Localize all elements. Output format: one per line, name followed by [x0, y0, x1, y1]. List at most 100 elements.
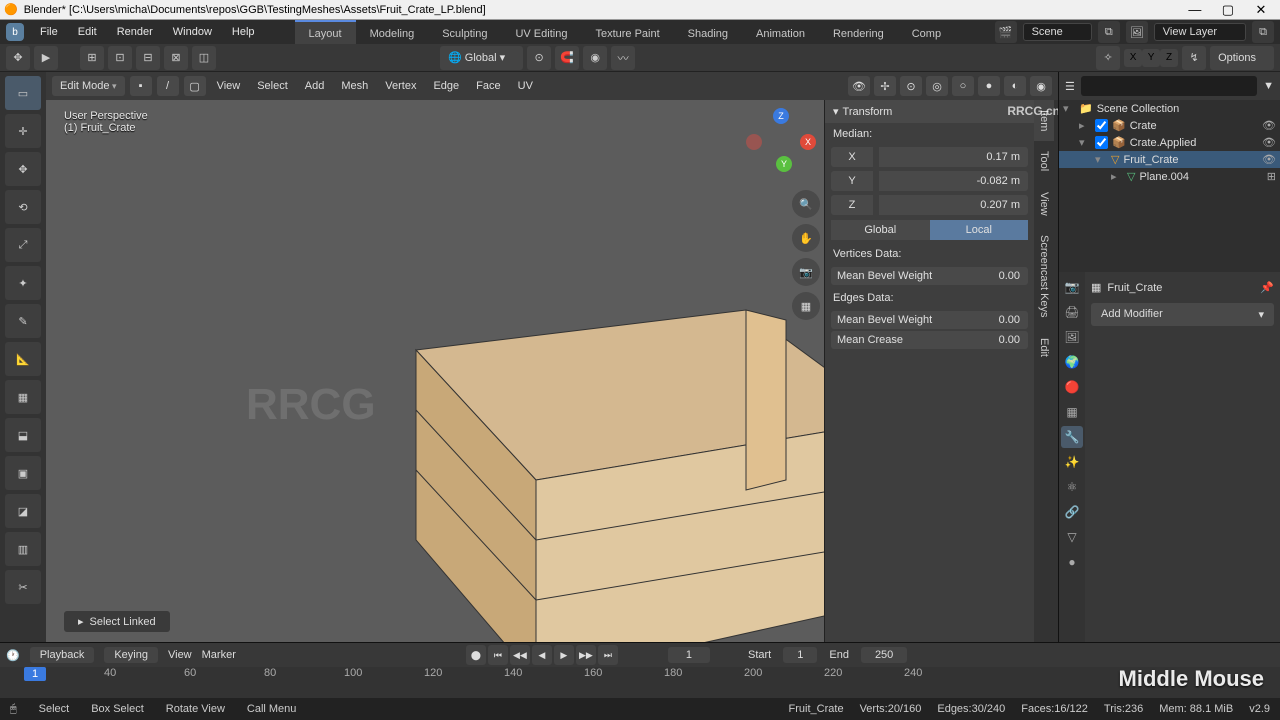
- options-dropdown[interactable]: Options: [1210, 46, 1274, 70]
- viewlayer-browse-icon[interactable]: 🖼: [1126, 21, 1148, 43]
- cursor-tool-icon[interactable]: ✥: [6, 46, 30, 70]
- shading-matprev-icon[interactable]: ◐: [1004, 76, 1026, 96]
- select-tool-icon[interactable]: ▶: [34, 46, 58, 70]
- blender-logo-icon[interactable]: b: [6, 23, 24, 41]
- tab-modeling[interactable]: Modeling: [356, 20, 429, 44]
- menu-window[interactable]: Window: [163, 20, 222, 44]
- prop-tab-material[interactable]: ●: [1061, 551, 1083, 573]
- outliner-plane[interactable]: Plane.004: [1139, 171, 1189, 183]
- snap-2-icon[interactable]: ⊡: [108, 46, 132, 70]
- playback-dropdown[interactable]: Playback: [30, 647, 95, 663]
- prop-tab-viewlayer[interactable]: 🖼: [1061, 326, 1083, 348]
- vp-menu-vertex[interactable]: Vertex: [379, 80, 422, 92]
- median-z[interactable]: 0.207 m: [879, 195, 1028, 215]
- camera-icon[interactable]: 📷: [792, 258, 820, 286]
- npanel-tab-edit[interactable]: Edit: [1034, 328, 1054, 367]
- npanel-transform-header[interactable]: ▾ Transform: [825, 100, 1034, 123]
- menu-file[interactable]: File: [30, 20, 68, 44]
- vp-menu-view[interactable]: View: [211, 80, 247, 92]
- outliner-filter-icon[interactable]: ▼: [1263, 80, 1274, 92]
- start-frame[interactable]: 1: [783, 647, 817, 663]
- tab-sculpting[interactable]: Sculpting: [428, 20, 501, 44]
- tab-texturepaint[interactable]: Texture Paint: [581, 20, 673, 44]
- vertex-select-icon[interactable]: ▪: [130, 76, 152, 96]
- tool-loopcut[interactable]: ▥: [5, 532, 41, 566]
- tool-extrude[interactable]: ⬓: [5, 418, 41, 452]
- vp-menu-edge[interactable]: Edge: [427, 80, 465, 92]
- mode-dropdown[interactable]: Edit Mode: [52, 76, 125, 96]
- scene-name-field[interactable]: Scene: [1023, 23, 1092, 41]
- shading-wire-icon[interactable]: ○: [952, 76, 974, 96]
- outliner-search[interactable]: [1081, 76, 1257, 96]
- tool-select-box[interactable]: ▭: [5, 76, 41, 110]
- viewlayer-field[interactable]: View Layer: [1154, 23, 1246, 41]
- xray-icon[interactable]: ◎: [926, 76, 948, 96]
- median-x[interactable]: 0.17 m: [879, 147, 1028, 167]
- outliner-fruit-crate[interactable]: Fruit_Crate: [1123, 154, 1178, 166]
- vp-menu-mesh[interactable]: Mesh: [335, 80, 374, 92]
- tab-shading[interactable]: Shading: [674, 20, 742, 44]
- mean-bevel-weight-verts[interactable]: 0.00: [991, 267, 1028, 285]
- outliner-crate-applied[interactable]: Crate.Applied: [1130, 137, 1197, 149]
- keying-dropdown[interactable]: Keying: [104, 647, 158, 663]
- tool-transform[interactable]: ✦: [5, 266, 41, 300]
- prop-tab-mesh[interactable]: ▽: [1061, 526, 1083, 548]
- snap-3-icon[interactable]: ⊟: [136, 46, 160, 70]
- npanel-tab-screencast[interactable]: Screencast Keys: [1034, 225, 1054, 328]
- snap-1-icon[interactable]: ⊞: [80, 46, 104, 70]
- timeline-editor-icon[interactable]: 🕐: [6, 649, 20, 662]
- outliner-crate[interactable]: Crate: [1130, 120, 1157, 132]
- prop-tab-constraints[interactable]: 🔗: [1061, 501, 1083, 523]
- tool-rotate[interactable]: ⟲: [5, 190, 41, 224]
- shading-render-icon[interactable]: ◉: [1030, 76, 1052, 96]
- curve-icon[interactable]: 〰: [611, 46, 635, 70]
- scene-browse-icon[interactable]: 🎬: [995, 21, 1017, 43]
- pan-icon[interactable]: ✋: [792, 224, 820, 252]
- prop-tab-object[interactable]: ▦: [1061, 401, 1083, 423]
- space-global[interactable]: Global: [831, 220, 930, 240]
- tool-move[interactable]: ✥: [5, 152, 41, 186]
- collection-toggle[interactable]: [1095, 119, 1108, 132]
- prop-tab-world[interactable]: 🔴: [1061, 376, 1083, 398]
- mirror-xyz[interactable]: XYZ: [1124, 49, 1178, 67]
- tab-compositing[interactable]: Comp: [898, 20, 955, 44]
- current-frame[interactable]: 1: [668, 647, 710, 663]
- vp-menu-select[interactable]: Select: [251, 80, 294, 92]
- maximize-button[interactable]: ▢: [1213, 1, 1243, 19]
- tab-uvediting[interactable]: UV Editing: [501, 20, 581, 44]
- autokeying-icon[interactable]: ⬤: [466, 645, 486, 665]
- vp-menu-add[interactable]: Add: [299, 80, 331, 92]
- close-button[interactable]: ✕: [1246, 1, 1276, 19]
- tab-rendering[interactable]: Rendering: [819, 20, 898, 44]
- tool-inset[interactable]: ▣: [5, 456, 41, 490]
- overlay-icon[interactable]: ⊙: [900, 76, 922, 96]
- automerge-icon[interactable]: ↯: [1182, 46, 1206, 70]
- vp-menu-face[interactable]: Face: [470, 80, 506, 92]
- visibility-icon[interactable]: 👁: [848, 76, 870, 96]
- prop-edit-icon[interactable]: ◉: [583, 46, 607, 70]
- viewport-canvas[interactable]: User Perspective (1) Fruit_Crate RRCG Z …: [46, 100, 1058, 642]
- prop-tab-particle[interactable]: ✨: [1061, 451, 1083, 473]
- end-frame[interactable]: 250: [861, 647, 907, 663]
- snap-4-icon[interactable]: ⊠: [164, 46, 188, 70]
- minimize-button[interactable]: —: [1180, 0, 1210, 18]
- mirror-icon[interactable]: ✧: [1096, 46, 1120, 70]
- last-operator[interactable]: ▸ Select Linked: [64, 611, 170, 632]
- npanel-tab-tool[interactable]: Tool: [1034, 141, 1054, 181]
- timeline-ruler[interactable]: 1 20 40 60 80 100 120 140 160 180 200 22…: [0, 667, 1280, 685]
- playhead[interactable]: 1: [24, 667, 46, 681]
- jump-end-icon[interactable]: ⏭: [598, 645, 618, 665]
- mean-bevel-weight-edges[interactable]: 0.00: [991, 311, 1028, 329]
- tool-knife[interactable]: ✂: [5, 570, 41, 604]
- tool-measure[interactable]: 📐: [5, 342, 41, 376]
- npanel-tab-view[interactable]: View: [1034, 182, 1054, 226]
- pivot-icon[interactable]: ⊙: [527, 46, 551, 70]
- next-keyframe-icon[interactable]: ▶▶: [576, 645, 596, 665]
- tool-cursor[interactable]: ✛: [5, 114, 41, 148]
- scene-copy-icon[interactable]: ⧉: [1098, 21, 1120, 43]
- viewlayer-copy-icon[interactable]: ⧉: [1252, 21, 1274, 43]
- tool-bevel[interactable]: ◪: [5, 494, 41, 528]
- menu-edit[interactable]: Edit: [68, 20, 107, 44]
- navigation-gizmo[interactable]: Z X Y: [746, 108, 816, 178]
- prop-tab-modifier[interactable]: 🔧: [1061, 426, 1083, 448]
